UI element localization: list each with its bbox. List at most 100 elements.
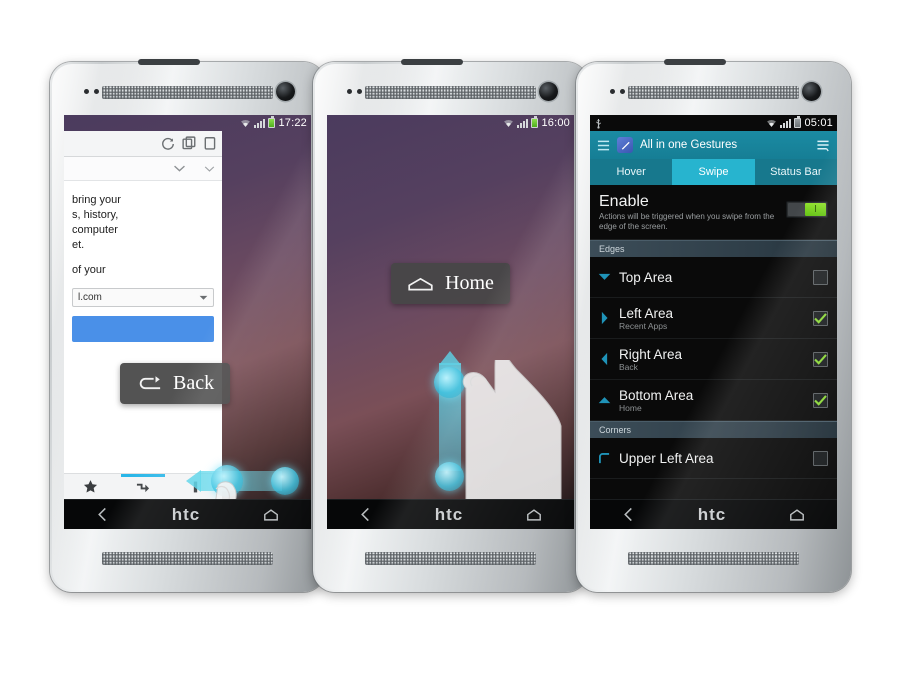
overflow-menu-icon[interactable]: [816, 139, 830, 152]
phone-middle-top-slot: [401, 59, 463, 65]
toggle-thumb-on: I: [805, 203, 826, 216]
chevron-down-icon: [597, 273, 611, 281]
checkbox-upper-left-area[interactable]: [813, 450, 828, 466]
home-icon[interactable]: [263, 508, 279, 522]
account-select[interactable]: l.com: [72, 288, 215, 307]
corner-upper-left-icon: [597, 452, 611, 464]
back-icon[interactable]: [96, 507, 109, 522]
sync-history-button[interactable]: [117, 474, 170, 499]
bookmark-star-button[interactable]: [64, 474, 117, 499]
browser-paragraph-1: bring your s, history, computer et.: [72, 194, 121, 251]
list-item-body: Top Area: [619, 270, 805, 285]
battery-icon: [268, 116, 276, 128]
browser-panel: bring your s, history, computer et. of y…: [64, 131, 223, 499]
checkbox-left-area[interactable]: [813, 310, 828, 326]
front-camera-icon: [802, 82, 821, 101]
swipe-end-dot: [435, 462, 464, 491]
chevron-down-icon[interactable]: [173, 164, 186, 173]
list-item-bottom-area[interactable]: Bottom Area Home: [590, 380, 837, 421]
phone-left-top-slot: [138, 59, 200, 65]
list-item-title: Bottom Area: [619, 387, 694, 403]
account-select-value: l.com: [78, 292, 102, 303]
reload-icon[interactable]: [161, 137, 175, 151]
primary-action-button[interactable]: [72, 316, 215, 342]
proximity-sensors: [610, 89, 625, 94]
list-item-body: Upper Left Area: [619, 451, 805, 466]
phone-middle-screen-frame: 16:00 Home htc: [327, 115, 574, 529]
list-item-subtitle: Recent Apps: [619, 320, 668, 331]
app-title: All in one Gestures: [640, 139, 738, 151]
nav-bar-right: htc: [590, 499, 837, 529]
nav-bar-left: htc: [64, 499, 311, 529]
browser-page-text: bring your s, history, computer et. of y…: [64, 181, 222, 278]
enable-subtitle: Actions will be triggered when you swipe…: [599, 212, 775, 231]
check-icon: [814, 312, 827, 324]
checkbox-top-area[interactable]: [813, 269, 828, 285]
usb-icon: [596, 118, 601, 129]
signal-icon: [780, 118, 792, 128]
list-item-upper-left-area[interactable]: Upper Left Area: [590, 438, 837, 479]
earpiece-grille: [102, 85, 273, 99]
front-camera-icon: [539, 82, 558, 101]
status-bar-right: 05:01: [590, 115, 837, 131]
check-icon: [814, 353, 827, 365]
enable-toggle[interactable]: I: [786, 201, 828, 218]
swipe-touch-dot: [211, 465, 243, 497]
checkbox-right-area[interactable]: [813, 351, 828, 367]
signal-icon: [254, 118, 266, 128]
back-icon[interactable]: [359, 507, 372, 522]
tab-status-bar[interactable]: Status Bar: [755, 159, 837, 185]
enable-row[interactable]: Enable Actions will be triggered when yo…: [590, 185, 837, 240]
chevron-down-icon[interactable]: [204, 165, 215, 173]
status-bar-clock: 17:22: [278, 117, 307, 129]
list-item-title: Top Area: [619, 269, 673, 285]
gesture-tooltip-back: Back: [120, 363, 231, 404]
enable-title: Enable: [599, 193, 649, 210]
swipe-end-dot: [271, 467, 299, 495]
list-item-title: Left Area: [619, 305, 674, 321]
back-arrow-icon: [139, 376, 161, 390]
list-item-top-area[interactable]: Top Area: [590, 257, 837, 298]
home-icon[interactable]: [526, 508, 542, 522]
phone-middle-screen: 16:00 Home htc: [327, 115, 574, 529]
section-header-edges: Edges: [590, 240, 837, 257]
list-item-body: Left Area Recent Apps: [619, 306, 805, 331]
chevron-up-icon: [597, 396, 611, 404]
proximity-sensors: [84, 89, 99, 94]
tabs-icon[interactable]: [182, 136, 197, 151]
phone-right-screen-frame: 05:01 All in one Gestures Hover Swipe St…: [590, 115, 837, 529]
section-header-corners: Corners: [590, 421, 837, 438]
swipe-indicator-left-phone: [186, 465, 299, 497]
hamburger-icon[interactable]: [597, 139, 610, 152]
phone-left-screen: 17:22 bring your s, history, computer et…: [64, 115, 311, 529]
phone-left-bottom-bezel: [50, 538, 325, 578]
earpiece-grille: [628, 85, 799, 99]
phone-right-bottom-bezel: [576, 538, 851, 578]
status-bar-left-icons: [594, 118, 603, 129]
list-item-title: Right Area: [619, 346, 683, 362]
nav-bar-middle: htc: [327, 499, 574, 529]
phone-right: 05:01 All in one Gestures Hover Swipe St…: [576, 59, 851, 592]
browser-secondary-row: [64, 157, 223, 181]
list-item-right-area[interactable]: Right Area Back: [590, 339, 837, 380]
signal-icon: [517, 118, 529, 128]
gesture-app-icon: [617, 137, 633, 153]
list-item-subtitle: Home: [619, 402, 642, 413]
tab-hover[interactable]: Hover: [590, 159, 672, 185]
status-bar-middle: 16:00: [327, 115, 574, 131]
new-tab-icon[interactable]: [204, 136, 217, 151]
tab-swipe[interactable]: Swipe: [672, 159, 755, 185]
chevron-left-icon: [597, 352, 611, 366]
app-header: All in one Gestures: [590, 131, 837, 159]
list-item-body: Right Area Back: [619, 347, 805, 372]
list-item-subtitle: Back: [619, 361, 638, 372]
front-camera-icon: [276, 82, 295, 101]
wifi-icon: [504, 119, 514, 127]
phone-middle: 16:00 Home htc: [313, 59, 588, 592]
checkbox-bottom-area[interactable]: [813, 392, 828, 408]
list-item-left-area[interactable]: Left Area Recent Apps: [590, 298, 837, 339]
status-bar-clock: 16:00: [541, 117, 570, 129]
home-icon[interactable]: [789, 508, 805, 522]
battery-icon: [794, 116, 802, 128]
back-icon[interactable]: [622, 507, 635, 522]
